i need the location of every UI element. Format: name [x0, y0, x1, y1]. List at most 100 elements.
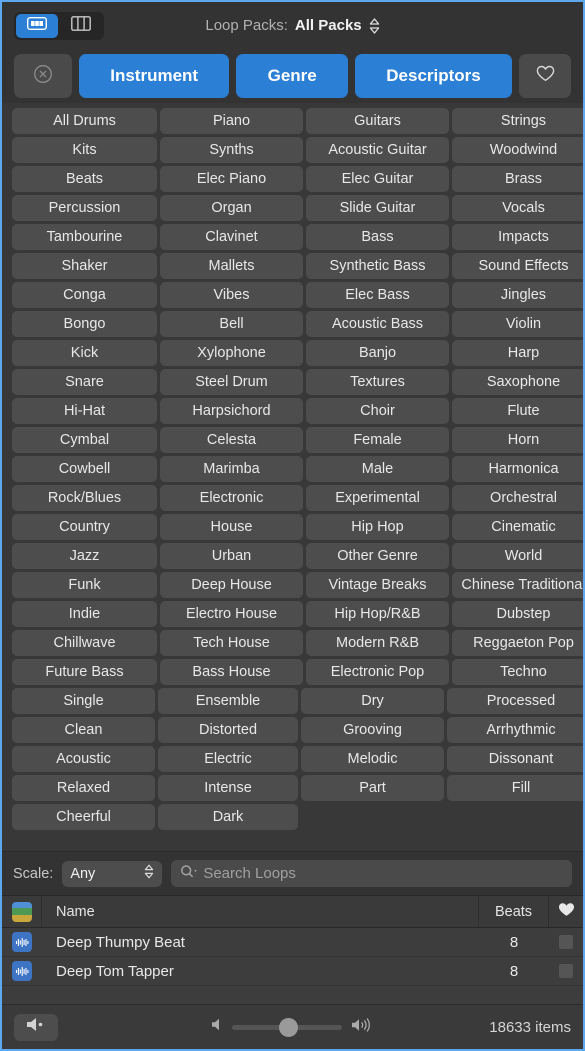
keyword-button[interactable]: Violin	[452, 311, 583, 337]
keyword-button[interactable]: Dark	[158, 804, 298, 830]
keyword-button[interactable]: Acoustic	[12, 746, 155, 772]
chevron-up-down-icon[interactable]	[369, 17, 380, 34]
volume-slider-knob[interactable]	[279, 1017, 299, 1037]
keyword-button[interactable]: Bass House	[160, 659, 303, 685]
keyword-button[interactable]: Relaxed	[12, 775, 155, 801]
keyword-button[interactable]: Acoustic Guitar	[306, 137, 449, 163]
keyword-button[interactable]: Cowbell	[12, 456, 157, 482]
keyword-button[interactable]: Electro House	[160, 601, 303, 627]
keyword-button[interactable]: Ensemble	[158, 688, 298, 714]
keyword-button[interactable]: Bass	[306, 224, 449, 250]
keyword-button[interactable]: Flute	[452, 398, 583, 424]
keyword-button[interactable]: Urban	[160, 543, 303, 569]
favorite-checkbox[interactable]	[559, 935, 573, 949]
favorite-checkbox[interactable]	[559, 964, 573, 978]
row-favorite-cell[interactable]	[549, 964, 583, 978]
column-header-favorite[interactable]	[549, 896, 583, 927]
keyword-button[interactable]: Deep House	[160, 572, 303, 598]
keyword-button[interactable]: Fill	[447, 775, 583, 801]
column-header-name[interactable]: Name	[42, 896, 479, 927]
keyword-button[interactable]: Male	[306, 456, 449, 482]
keyword-button[interactable]: Guitars	[306, 108, 449, 134]
keyword-button[interactable]: Single	[12, 688, 155, 714]
keyword-button[interactable]: Beats	[12, 166, 157, 192]
row-icon-cell[interactable]	[2, 932, 42, 952]
keyword-button[interactable]: Kick	[12, 340, 157, 366]
keyword-button[interactable]: Funk	[12, 572, 157, 598]
keyword-button[interactable]: Electronic Pop	[306, 659, 449, 685]
keyword-button[interactable]: Hip Hop	[306, 514, 449, 540]
column-header-icon[interactable]	[2, 896, 42, 927]
keyword-button[interactable]: Experimental	[306, 485, 449, 511]
keyword-button[interactable]: Bongo	[12, 311, 157, 337]
keyword-button[interactable]: Chinese Traditional	[452, 572, 583, 598]
keyword-button[interactable]: Electronic	[160, 485, 303, 511]
keyword-button[interactable]: Clean	[12, 717, 155, 743]
keyword-button[interactable]: Choir	[306, 398, 449, 424]
keyword-button[interactable]: Steel Drum	[160, 369, 303, 395]
keyword-button[interactable]: Slide Guitar	[306, 195, 449, 221]
favorites-filter-button[interactable]	[519, 54, 572, 98]
search-input[interactable]: Search Loops	[203, 865, 296, 882]
results-list[interactable]: Deep Thumpy Beat 8 Deep Tom Tapper 8	[2, 928, 583, 1004]
keyword-button[interactable]: Other Genre	[306, 543, 449, 569]
row-favorite-cell[interactable]	[549, 935, 583, 949]
tab-genre[interactable]: Genre	[236, 54, 349, 98]
keyword-button[interactable]: Cinematic	[452, 514, 583, 540]
preview-playback-button[interactable]	[14, 1013, 58, 1041]
keyword-button[interactable]: Hi-Hat	[12, 398, 157, 424]
keyword-button[interactable]: Clavinet	[160, 224, 303, 250]
keyword-button[interactable]: Mallets	[160, 253, 303, 279]
keyword-button[interactable]: Horn	[452, 427, 583, 453]
keyword-button[interactable]: Country	[12, 514, 157, 540]
keyword-button[interactable]: Future Bass	[12, 659, 157, 685]
keyword-button[interactable]: Synthetic Bass	[306, 253, 449, 279]
keyword-button[interactable]: Bell	[160, 311, 303, 337]
keyword-button[interactable]: Organ	[160, 195, 303, 221]
keyword-button[interactable]: Chillwave	[12, 630, 157, 656]
volume-slider[interactable]	[232, 1017, 342, 1037]
tab-instrument[interactable]: Instrument	[79, 54, 230, 98]
keyword-button[interactable]: Banjo	[306, 340, 449, 366]
keyword-button[interactable]: Vibes	[160, 282, 303, 308]
keyword-button[interactable]: Indie	[12, 601, 157, 627]
keyword-button[interactable]: Intense	[158, 775, 298, 801]
keyword-button[interactable]: Jingles	[452, 282, 583, 308]
view-mode-toggle[interactable]	[14, 11, 104, 40]
keyword-button[interactable]: Part	[301, 775, 444, 801]
loop-packs-value[interactable]: All Packs	[295, 17, 362, 34]
keyword-button[interactable]: Kits	[12, 137, 157, 163]
keyword-button[interactable]: Elec Bass	[306, 282, 449, 308]
grid-view-button[interactable]	[16, 13, 58, 38]
keyword-button[interactable]: Saxophone	[452, 369, 583, 395]
keyword-button[interactable]: Reggaeton Pop	[452, 630, 583, 656]
keyword-button[interactable]: Marimba	[160, 456, 303, 482]
keyword-button[interactable]: Woodwind	[452, 137, 583, 163]
table-row[interactable]: Deep Tom Tapper 8	[2, 957, 583, 986]
keyword-button[interactable]: Strings	[452, 108, 583, 134]
keyword-button[interactable]: Dry	[301, 688, 444, 714]
keyword-button[interactable]: Arrhythmic	[447, 717, 583, 743]
keyword-button[interactable]: Harp	[452, 340, 583, 366]
keyword-button[interactable]: Impacts	[452, 224, 583, 250]
table-row[interactable]: Deep Thumpy Beat 8	[2, 928, 583, 957]
keyword-button[interactable]: Dissonant	[447, 746, 583, 772]
keyword-button[interactable]: Celesta	[160, 427, 303, 453]
keyword-button[interactable]: Electric	[158, 746, 298, 772]
keyword-button[interactable]: Textures	[306, 369, 449, 395]
keyword-button[interactable]: Tech House	[160, 630, 303, 656]
keyword-button[interactable]: Elec Piano	[160, 166, 303, 192]
scale-select[interactable]: Any	[62, 860, 163, 887]
keyword-button[interactable]: Rock/Blues	[12, 485, 157, 511]
keyword-button[interactable]: Processed	[447, 688, 583, 714]
keyword-button[interactable]: Female	[306, 427, 449, 453]
keyword-button[interactable]: Vintage Breaks	[306, 572, 449, 598]
keyword-button[interactable]: Cymbal	[12, 427, 157, 453]
keyword-button[interactable]: Distorted	[158, 717, 298, 743]
keyword-button[interactable]: World	[452, 543, 583, 569]
row-icon-cell[interactable]	[2, 961, 42, 981]
keyword-button[interactable]: Brass	[452, 166, 583, 192]
keyword-button[interactable]: Xylophone	[160, 340, 303, 366]
clear-filters-button[interactable]	[14, 54, 72, 98]
keyword-button[interactable]: Jazz	[12, 543, 157, 569]
